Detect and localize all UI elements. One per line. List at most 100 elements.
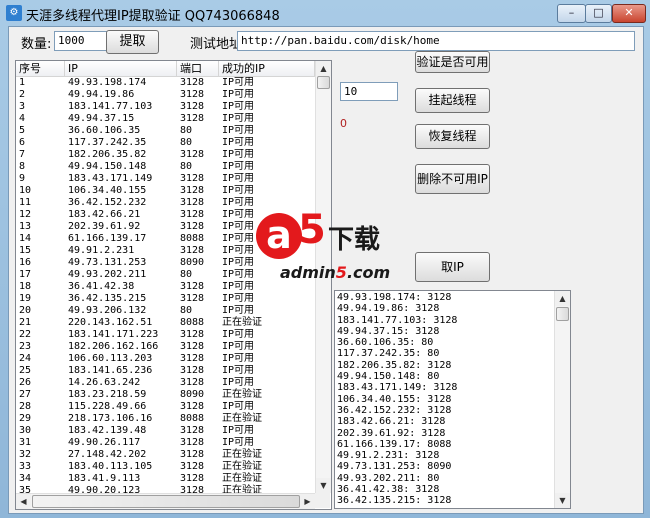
- output-vertical-scrollbar[interactable]: ▲ ▼: [554, 291, 570, 508]
- output-scroll-down-arrow-icon[interactable]: ▼: [555, 493, 570, 508]
- output-line: 49.73.131.253: 8090: [337, 461, 452, 473]
- table-row[interactable]: 29 218.173.106.16 8088 正在验证: [16, 413, 315, 425]
- output-scroll-up-arrow-icon[interactable]: ▲: [555, 291, 570, 306]
- table-row[interactable]: 33 183.40.113.105 3128 正在验证: [16, 461, 315, 473]
- cell-port: 3128: [180, 437, 205, 448]
- table-row[interactable]: 10 106.34.40.155 3128 IP可用: [16, 185, 315, 197]
- cell-ip: 183.23.218.59: [68, 389, 147, 400]
- output-line: 183.43.171.149: 3128: [337, 382, 458, 394]
- cell-index: 29: [19, 413, 32, 424]
- cell-status: 正在验证: [222, 461, 262, 472]
- cell-port: 3128: [180, 149, 205, 160]
- cell-port: 8088: [180, 413, 205, 424]
- table-row[interactable]: 24 106.60.113.203 3128 IP可用: [16, 353, 315, 365]
- test-url-label: 测试地址: [190, 37, 243, 52]
- cell-port: 3128: [180, 353, 205, 364]
- output-lines: 49.93.198.174: 3128 49.94.19.86: 3128 183.…: [335, 292, 554, 507]
- table-row[interactable]: 26 14.26.63.242 3128 IP可用: [16, 377, 315, 389]
- close-button[interactable]: ✕: [612, 4, 646, 23]
- cell-ip: 14.26.63.242: [68, 377, 141, 388]
- cell-port: 8090: [180, 389, 205, 400]
- extract-button[interactable]: 提取: [106, 30, 159, 54]
- output-line: 183.42.66.21: 3128: [337, 416, 446, 428]
- title-bar[interactable]: ⚙ 天涯多线程代理IP提取验证 QQ743066848 – □ ✕: [0, 0, 650, 26]
- ip-output-textarea[interactable]: 49.93.198.174: 3128 49.94.19.86: 3128 183.…: [334, 290, 571, 509]
- table-row[interactable]: 25 183.141.65.236 3128 IP可用: [16, 365, 315, 377]
- cell-port: 3128: [180, 197, 205, 208]
- cell-ip: 49.94.150.148: [68, 161, 147, 172]
- table-horizontal-scrollbar[interactable]: ◀ ▶: [16, 493, 315, 509]
- column-header-index[interactable]: 序号: [16, 61, 65, 76]
- quantity-input[interactable]: 1000: [54, 31, 110, 51]
- cell-index: 31: [19, 437, 32, 448]
- cell-index: 18: [19, 281, 32, 292]
- output-line: 36.41.42.38: 3128: [337, 484, 440, 496]
- cell-port: 3128: [180, 329, 205, 340]
- output-line: 117.37.242.35: 80: [337, 348, 440, 360]
- table-row[interactable]: 28 115.228.49.66 3128 IP可用: [16, 401, 315, 413]
- table-row[interactable]: 7 182.206.35.82 3128 IP可用: [16, 149, 315, 161]
- cell-index: 12: [19, 209, 32, 220]
- table-row[interactable]: 2 49.94.19.86 3128 IP可用: [16, 89, 315, 101]
- output-scroll-thumb[interactable]: [556, 307, 569, 321]
- column-header-ip[interactable]: IP: [65, 61, 177, 76]
- cell-port: 80: [180, 125, 193, 136]
- fetch-ip-button[interactable]: 取IP: [415, 252, 490, 282]
- suspend-threads-button[interactable]: 挂起线程: [415, 88, 490, 113]
- thread-count-input[interactable]: 10: [340, 82, 398, 101]
- table-row[interactable]: 1 49.93.198.174 3128 IP可用: [16, 77, 315, 89]
- table-row[interactable]: 31 49.90.26.117 3128 IP可用: [16, 437, 315, 449]
- table-row[interactable]: 5 36.60.106.35 80 IP可用: [16, 125, 315, 137]
- table-row[interactable]: 32 27.148.42.202 3128 正在验证: [16, 449, 315, 461]
- scroll-right-arrow-icon[interactable]: ▶: [300, 494, 315, 509]
- ip-table[interactable]: 序号 IP 端口 成功的IP 1 49.93.198.174 3128 IP可用 2 49…: [15, 60, 332, 510]
- table-row[interactable]: 34 183.41.9.113 3128 正在验证: [16, 473, 315, 485]
- cell-status: IP可用: [222, 365, 255, 376]
- scroll-corner: [315, 493, 330, 508]
- cell-index: 30: [19, 425, 32, 436]
- cell-status: IP可用: [222, 89, 255, 100]
- cell-ip: 49.90.26.117: [68, 437, 141, 448]
- cell-status: IP可用: [222, 149, 255, 160]
- table-row[interactable]: 20 49.93.206.132 80 IP可用: [16, 305, 315, 317]
- table-row[interactable]: 30 183.42.139.48 3128 IP可用: [16, 425, 315, 437]
- table-row[interactable]: 21 220.143.162.51 8088 正在验证: [16, 317, 315, 329]
- scroll-down-arrow-icon[interactable]: ▼: [316, 478, 331, 493]
- cell-index: 22: [19, 329, 32, 340]
- table-row[interactable]: 19 36.42.135.215 3128 IP可用: [16, 293, 315, 305]
- cell-port: 8088: [180, 233, 205, 244]
- table-row[interactable]: 9 183.43.171.149 3128 IP可用: [16, 173, 315, 185]
- cell-ip: 182.206.162.166: [68, 341, 159, 352]
- column-header-status[interactable]: 成功的IP: [219, 61, 315, 76]
- cell-index: 3: [19, 101, 26, 112]
- cell-status: 正在验证: [222, 473, 262, 484]
- table-row[interactable]: 8 49.94.150.148 80 IP可用: [16, 161, 315, 173]
- cell-ip: 106.60.113.203: [68, 353, 153, 364]
- table-row[interactable]: 22 183.141.171.223 3128 IP可用: [16, 329, 315, 341]
- cell-port: 3128: [180, 473, 205, 484]
- table-row[interactable]: 23 182.206.162.166 3128 IP可用: [16, 341, 315, 353]
- cell-status: IP可用: [222, 101, 255, 112]
- scroll-up-arrow-icon[interactable]: ▲: [316, 61, 331, 76]
- resume-threads-button[interactable]: 恢复线程: [415, 124, 490, 149]
- scroll-thumb[interactable]: [317, 76, 330, 89]
- maximize-button[interactable]: □: [585, 4, 612, 23]
- cell-index: 4: [19, 113, 26, 124]
- test-url-input[interactable]: http://pan.baidu.com/disk/home: [237, 31, 635, 51]
- scroll-left-arrow-icon[interactable]: ◀: [16, 494, 31, 509]
- delete-unavailable-ip-button[interactable]: 删除不可用IP: [415, 164, 490, 194]
- horizontal-scroll-thumb[interactable]: [32, 495, 300, 508]
- column-header-port[interactable]: 端口: [177, 61, 219, 76]
- cell-ip: 183.43.171.149: [68, 173, 153, 184]
- table-row[interactable]: 3 183.141.77.103 3128 IP可用: [16, 101, 315, 113]
- cell-status: 正在验证: [222, 413, 262, 424]
- cell-index: 8: [19, 161, 26, 172]
- minimize-button[interactable]: –: [557, 4, 586, 23]
- verify-available-button[interactable]: 验证是否可用: [415, 51, 490, 73]
- cell-status: IP可用: [222, 353, 255, 364]
- table-row[interactable]: 27 183.23.218.59 8090 正在验证: [16, 389, 315, 401]
- table-row[interactable]: 4 49.94.37.15 3128 IP可用: [16, 113, 315, 125]
- output-line: 49.93.202.211: 80: [337, 472, 440, 484]
- table-row[interactable]: 6 117.37.242.35 80 IP可用: [16, 137, 315, 149]
- cell-port: 3128: [180, 185, 205, 196]
